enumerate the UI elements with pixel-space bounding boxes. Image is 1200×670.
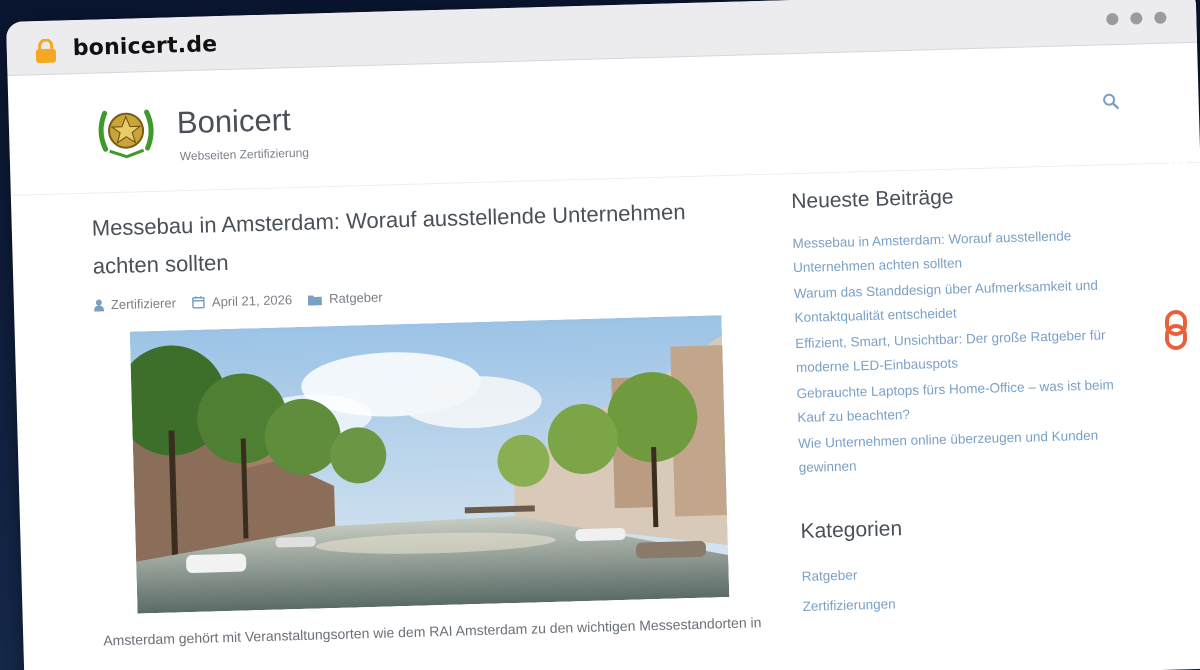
post-excerpt: Amsterdam gehört mit Veranstaltungsorten…	[103, 614, 762, 649]
browser-window: bonicert.de Bonicert Webseiten Zertifizi…	[6, 0, 1200, 670]
post-author[interactable]: Zertifizierer	[94, 295, 176, 312]
url-text[interactable]: bonicert.de	[72, 32, 217, 61]
post-meta: Zertifizierer April 21, 2026 Ratgeber	[94, 280, 734, 313]
recent-posts-title: Neueste Beiträge	[791, 185, 954, 214]
post-category[interactable]: Ratgeber	[307, 289, 383, 307]
sidebar: Neueste Beiträge Messebau in Amsterdam: …	[791, 181, 1143, 622]
post-category-label: Ratgeber	[328, 289, 383, 307]
site-title[interactable]: Bonicert	[176, 102, 291, 141]
site-logo[interactable]	[94, 100, 158, 162]
post-date[interactable]: April 21, 2026	[192, 292, 293, 310]
window-dot[interactable]	[1130, 12, 1143, 25]
search-icon[interactable]	[1102, 93, 1119, 110]
post-author-label: Zertifizierer	[110, 295, 177, 313]
site-tagline: Webseiten Zertifizierung	[179, 145, 310, 164]
categories-widget: Kategorien Ratgeber Zertifizierungen	[800, 511, 1143, 622]
window-dot[interactable]	[1106, 12, 1119, 26]
recent-post-link[interactable]: Messebau in Amsterdam: Worauf ausstellen…	[792, 223, 1133, 280]
main-content: Messebau in Amsterdam: Worauf ausstellen…	[91, 192, 761, 653]
recent-post-link[interactable]: Wie Unternehmen online überzeugen und Ku…	[798, 423, 1139, 480]
user-icon	[94, 299, 105, 312]
chain-link-icon	[1165, 310, 1187, 350]
categories-title: Kategorien	[800, 517, 903, 544]
recent-post-link[interactable]: Effizient, Smart, Unsichtbar: Der große …	[795, 323, 1136, 380]
recent-posts-list: Messebau in Amsterdam: Worauf ausstellen…	[792, 223, 1139, 480]
post-featured-image[interactable]	[129, 315, 730, 614]
amsterdam-canal-image	[129, 315, 730, 614]
categories-list: Ratgeber Zertifizierungen	[801, 553, 1143, 622]
watermark-text: GUESTPOSTLINKS	[1164, 60, 1192, 298]
post-date-label: April 21, 2026	[211, 292, 293, 310]
guestpostlinks-watermark: GUESTPOSTLINKS	[1164, 60, 1192, 350]
lock-icon	[35, 38, 57, 64]
window-controls	[1106, 11, 1167, 26]
recent-post-link[interactable]: Warum das Standdesign über Aufmerksamkei…	[794, 273, 1135, 330]
calendar-icon	[192, 296, 205, 309]
post-title[interactable]: Messebau in Amsterdam: Worauf ausstellen…	[91, 192, 713, 285]
window-dot[interactable]	[1154, 11, 1167, 24]
folder-icon	[307, 295, 323, 306]
recent-post-link[interactable]: Gebrauchte Laptops fürs Home-Office – wa…	[796, 373, 1137, 430]
